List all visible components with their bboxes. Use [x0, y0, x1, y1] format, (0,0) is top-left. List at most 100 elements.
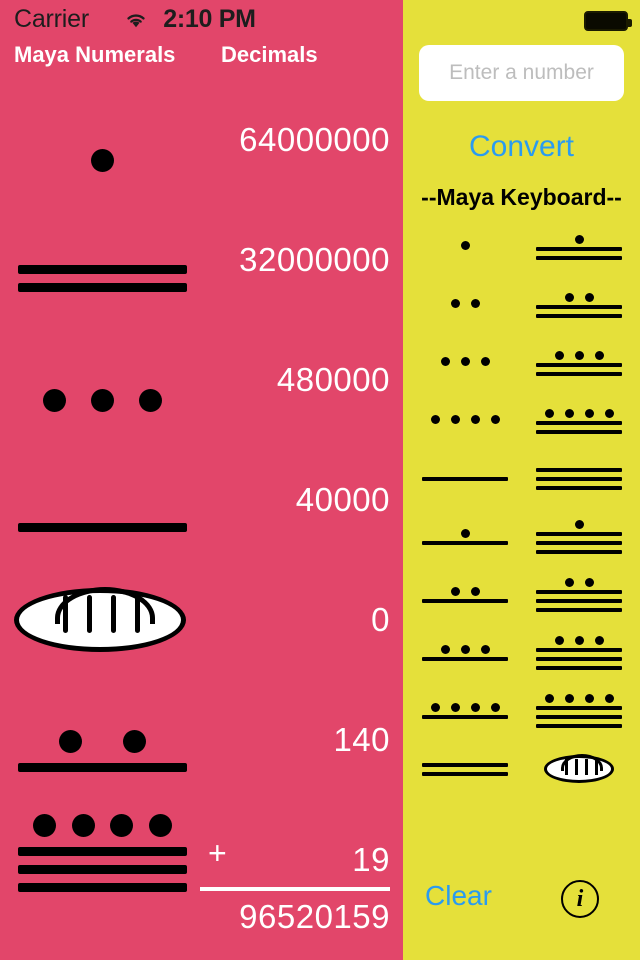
convert-button[interactable]: Convert — [403, 130, 640, 164]
maya-bar — [536, 599, 622, 603]
keypad-key-10[interactable] — [411, 740, 519, 798]
maya-dot — [490, 703, 500, 712]
keypad-key-16[interactable] — [525, 508, 633, 566]
maya-glyph-cell — [0, 560, 200, 680]
maya-dot — [544, 694, 554, 703]
maya-dot — [470, 299, 480, 308]
keypad-key-18[interactable] — [525, 624, 633, 682]
maya-bar — [536, 648, 622, 652]
keypad-row — [403, 392, 640, 450]
keypad-key-7[interactable] — [411, 566, 519, 624]
maya-glyph — [422, 357, 508, 369]
decimal-value: 480000 — [276, 361, 390, 398]
maya-bar — [536, 468, 622, 472]
keypad-key-1[interactable] — [411, 218, 519, 276]
keypad-key-4[interactable] — [411, 392, 519, 450]
maya-bar — [422, 541, 508, 545]
keypad-key-11[interactable] — [525, 218, 633, 276]
maya-dot — [460, 241, 470, 250]
maya-bars — [536, 362, 622, 376]
maya-dot — [71, 814, 95, 837]
keypad-row — [403, 334, 640, 392]
maya-bar — [536, 304, 622, 309]
keypad-row — [403, 740, 640, 798]
maya-dot — [554, 636, 564, 645]
maya-dot — [574, 350, 584, 360]
maya-dot — [33, 814, 57, 837]
keypad-key-17[interactable] — [525, 566, 633, 624]
maya-bar — [18, 883, 187, 892]
keypad-key-19[interactable] — [525, 682, 633, 740]
keypad-key-0[interactable] — [525, 740, 633, 798]
maya-dot — [148, 814, 172, 837]
maya-glyph — [536, 408, 622, 434]
maya-bars — [18, 523, 187, 532]
keypad-row — [403, 566, 640, 624]
header-decimals: Decimals — [221, 42, 318, 67]
maya-dot — [440, 357, 450, 366]
keypad-key-14[interactable] — [525, 392, 633, 450]
maya-glyph — [422, 645, 508, 661]
maya-glyph — [536, 234, 622, 260]
keypad-key-3[interactable] — [411, 334, 519, 392]
keypad-key-8[interactable] — [411, 624, 519, 682]
maya-bar — [536, 706, 622, 710]
maya-glyph — [0, 578, 200, 652]
maya-bar — [422, 715, 508, 719]
maya-dot — [584, 694, 594, 703]
keypad-key-6[interactable] — [411, 508, 519, 566]
maya-bar — [18, 523, 187, 532]
conversion-row: 64000000 — [0, 80, 403, 200]
maya-bar — [536, 255, 622, 260]
maya-bar — [422, 657, 508, 661]
status-bar: Carrier 2:10 PM — [0, 0, 403, 40]
maya-dots — [536, 292, 622, 302]
maya-bars — [536, 590, 622, 612]
info-circle-icon[interactable]: i — [561, 880, 599, 918]
maya-bar — [18, 847, 187, 856]
maya-bar — [422, 771, 508, 776]
maya-glyph-cell — [0, 200, 200, 320]
maya-bar — [536, 724, 622, 728]
maya-bar — [536, 666, 622, 670]
keypad-key-9[interactable] — [411, 682, 519, 740]
number-input[interactable] — [419, 45, 624, 101]
clear-button[interactable]: Clear — [425, 880, 492, 912]
maya-dot — [584, 408, 594, 418]
maya-glyph — [536, 468, 622, 490]
maya-dots — [422, 529, 508, 538]
shell-zero-icon — [14, 587, 186, 652]
maya-dot — [604, 408, 614, 418]
maya-dots — [536, 234, 622, 244]
maya-dot — [460, 529, 470, 538]
maya-bar — [18, 763, 187, 772]
shell-rib — [585, 759, 588, 775]
maya-dot — [470, 415, 480, 424]
maya-bar — [422, 599, 508, 603]
maya-dots — [536, 694, 622, 703]
keypad-key-13[interactable] — [525, 334, 633, 392]
maya-bars — [422, 657, 508, 661]
maya-dots — [422, 357, 508, 366]
maya-dot — [43, 389, 66, 412]
maya-bars — [18, 763, 187, 772]
sum-divider-line — [200, 887, 390, 891]
maya-glyph-cell — [0, 440, 200, 560]
keypad-key-15[interactable] — [525, 450, 633, 508]
shell-rib — [135, 595, 140, 633]
maya-glyph — [422, 299, 508, 311]
maya-dot — [450, 415, 460, 424]
maya-dot — [574, 234, 584, 244]
maya-dot — [584, 578, 594, 587]
maya-dot — [460, 645, 470, 654]
maya-bar — [536, 657, 622, 661]
keypad-key-2[interactable] — [411, 276, 519, 334]
maya-dot — [564, 578, 574, 587]
maya-glyph — [0, 389, 200, 412]
maya-bar — [18, 283, 187, 292]
maya-bar — [536, 550, 622, 554]
maya-bars — [536, 246, 622, 260]
maya-dot — [564, 694, 574, 703]
keypad-key-12[interactable] — [525, 276, 633, 334]
keypad-key-5[interactable] — [411, 450, 519, 508]
